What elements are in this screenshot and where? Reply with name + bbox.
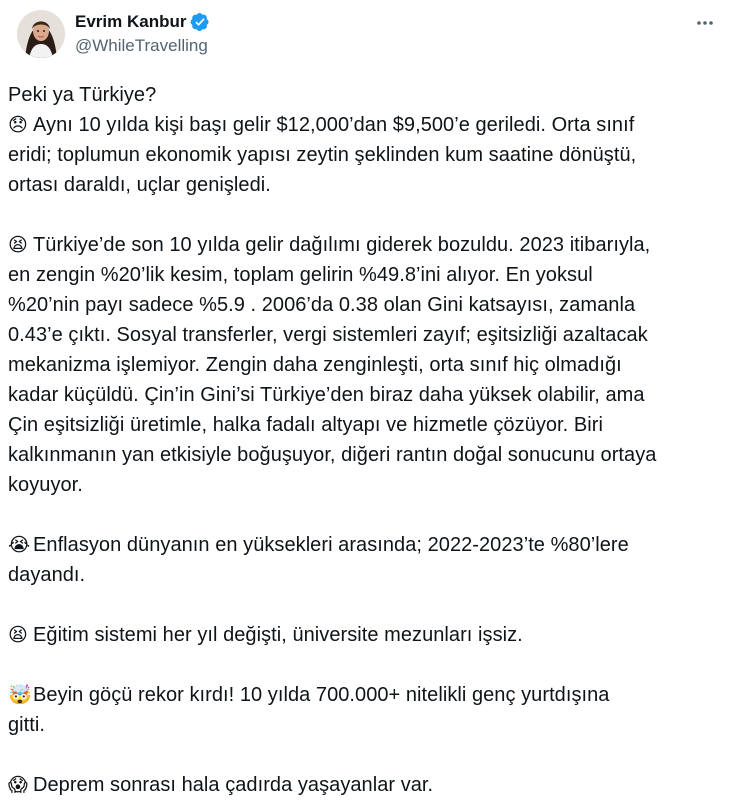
author-display-name[interactable]: Evrim Kanbur [75, 12, 186, 32]
tired-face-icon: 😫 [8, 234, 28, 256]
avatar-image [17, 10, 65, 58]
text-line: 😱 Deprem sonrası hala çadırda yaşayanlar … [8, 770, 730, 800]
text-line: eridi; toplumun ekonomik yapısı zeytin ş… [8, 144, 637, 166]
disappointed-face-icon: 😞 [8, 114, 28, 136]
crying-face-icon: 😭 [8, 534, 31, 556]
text-line: kalkınmanın yan etkisiyle boğuşuyor, diğ… [8, 444, 657, 466]
tweet: Evrim Kanbur @WhileTravelling Peki ya Tü… [0, 0, 744, 803]
text-line: kadar küçüldü. Çin’in Gini’si Türkiye’de… [8, 384, 645, 406]
text-line: en zengin %20’lik kesim, toplam gelirin … [8, 264, 593, 286]
text-line: Çin eşitsizliği üretimle, halka fadalı a… [8, 414, 603, 436]
screaming-face-icon: 😱 [8, 774, 28, 796]
exploding-head-icon: 🤯 [8, 684, 32, 706]
text-span: Aynı 10 yılda kişi başı gelir $12,000’da… [33, 114, 635, 136]
text-line: dayandı. [8, 564, 86, 586]
text-span: Enflasyon dünyanın en yüksekleri arasınd… [33, 534, 629, 556]
text-line: koyuyor. [8, 474, 83, 496]
avatar[interactable] [17, 10, 65, 58]
text-span: Beyin göçü rekor kırdı! 10 yılda 700.000… [33, 684, 610, 706]
text-line: 😭 Enflasyon dünyanın en yüksekleri arasın… [8, 530, 730, 560]
tired-face-icon: 😫 [8, 624, 28, 646]
tweet-header: Evrim Kanbur @WhileTravelling [8, 0, 730, 62]
text-line: 😫 Türkiye’de son 10 yılda gelir dağılımı … [8, 230, 730, 260]
author-handle[interactable]: @WhileTravelling [75, 36, 210, 56]
text-line: 🤯Beyin göçü rekor kırdı! 10 yılda 700.00… [8, 680, 730, 710]
text-line: Peki ya Türkiye? [8, 84, 157, 106]
text-span: Deprem sonrası hala çadırda yaşayanlar v… [33, 774, 434, 796]
name-row: Evrim Kanbur [75, 11, 210, 33]
verified-badge-icon [190, 12, 210, 32]
author-names: Evrim Kanbur @WhileTravelling [75, 11, 210, 56]
text-line: %20’nin payı sadece %5.9 . 2006’da 0.38 … [8, 294, 636, 316]
text-line: gitti. [8, 714, 45, 736]
text-line: 0.43’e çıktı. Sosyal transferler, vergi … [8, 324, 648, 346]
text-line: ortası daraldı, uçlar genişledi. [8, 174, 271, 196]
tweet-text: Peki ya Türkiye? 😞 Aynı 10 yılda kişi baş… [8, 80, 730, 800]
text-line: mekanizma işlemiyor. Zengin daha zenginl… [8, 354, 622, 376]
more-options-icon[interactable] [692, 10, 718, 36]
text-span: Eğitim sistemi her yıl değişti, üniversi… [33, 624, 523, 646]
text-span: Türkiye’de son 10 yılda gelir dağılımı g… [33, 234, 651, 256]
text-line: 😞 Aynı 10 yılda kişi başı gelir $12,000’d… [8, 110, 730, 140]
text-line: 😫 Eğitim sistemi her yıl değişti, ünivers… [8, 620, 730, 650]
